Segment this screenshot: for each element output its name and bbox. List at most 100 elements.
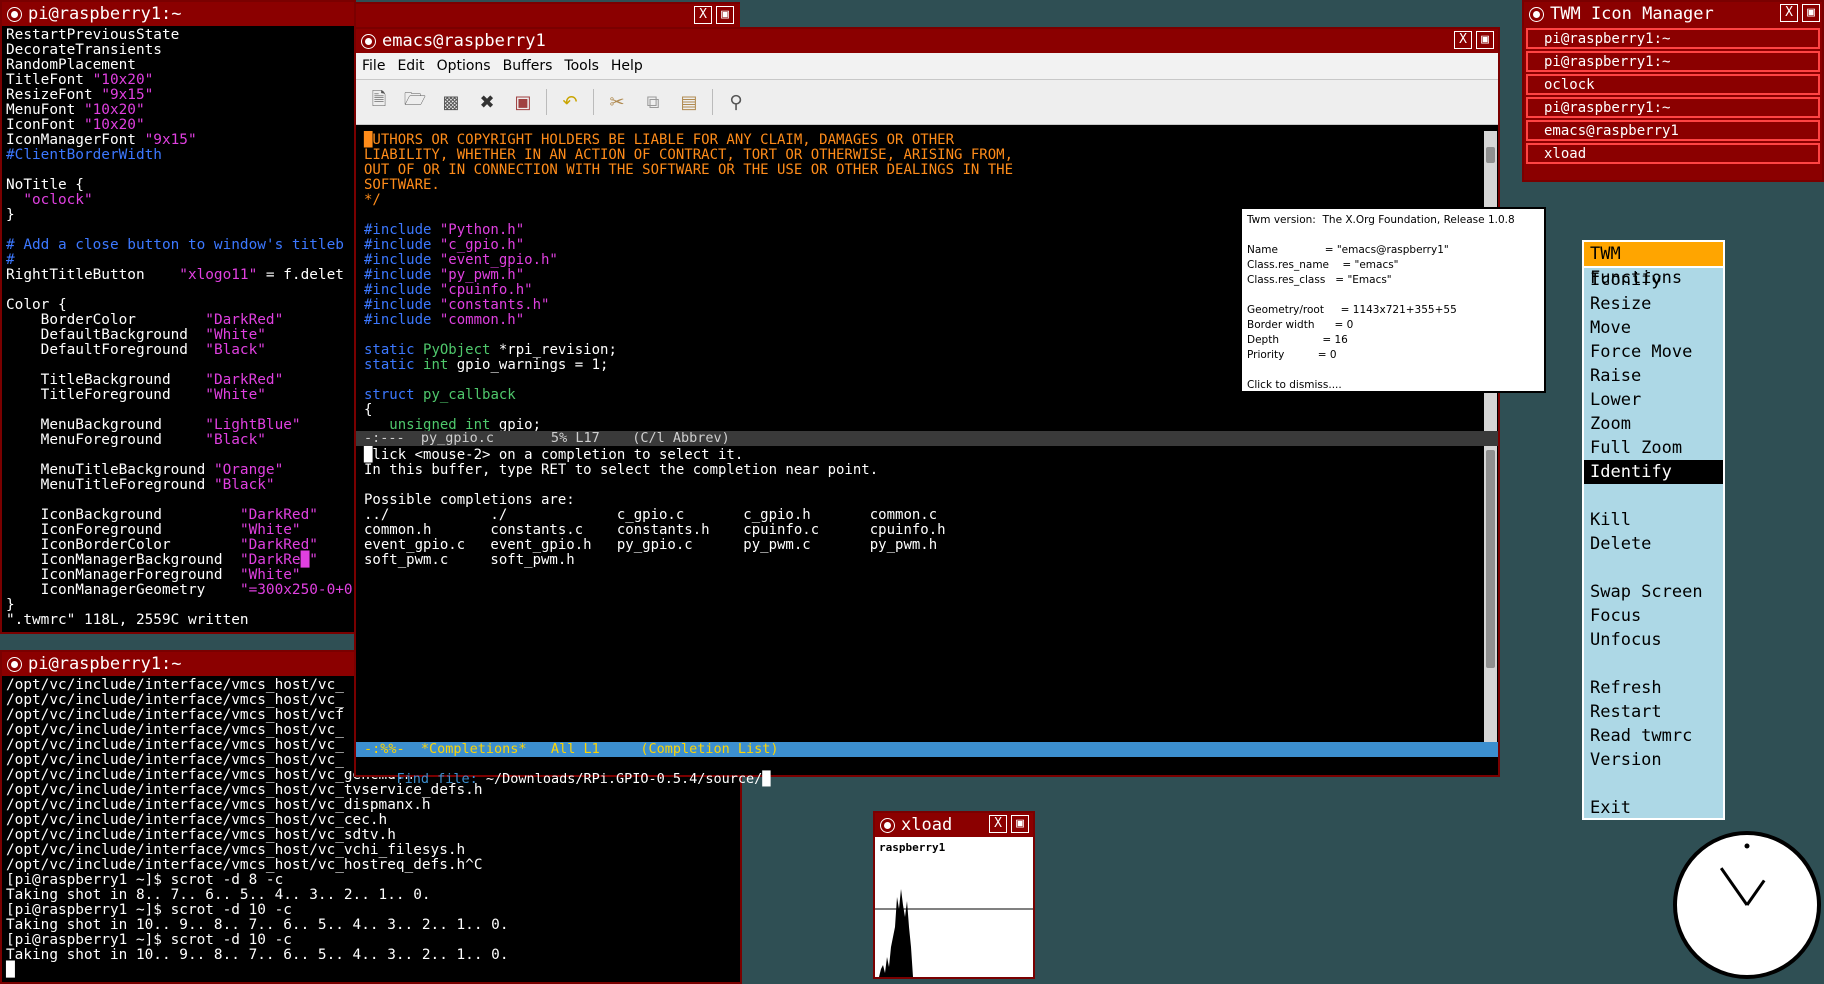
icon-manager-entry[interactable]: pi@raspberry1:~: [1526, 51, 1820, 72]
config-value: "Black": [205, 432, 266, 448]
title-bar[interactable]: emacs@raspberry1 X ▣: [356, 29, 1498, 53]
minibuffer-input[interactable]: ~/Downloads/RPi.GPIO-0.5.4/source/█: [486, 771, 770, 787]
icon-manager-entry[interactable]: emacs@raspberry1: [1526, 120, 1820, 141]
menu-item-delete[interactable]: Delete: [1584, 532, 1723, 556]
xload-window[interactable]: xload X ▣ raspberry1: [873, 811, 1035, 979]
menu-item-unfocus[interactable]: Unfocus: [1584, 628, 1723, 652]
resize-icon[interactable]: ▣: [1802, 4, 1820, 22]
window-menu-icon[interactable]: [361, 33, 376, 49]
minibuffer[interactable]: Find file: ~/Downloads/RPi.GPIO-0.5.4/so…: [356, 757, 1498, 787]
menu-file[interactable]: File: [356, 58, 391, 74]
menu-item-restart[interactable]: Restart: [1584, 700, 1723, 724]
menu-item-version[interactable]: Version: [1584, 748, 1723, 772]
icon-manager-entry[interactable]: pi@raspberry1:~: [1526, 28, 1820, 49]
config-key: Color {: [6, 297, 67, 313]
completion-row[interactable]: event_gpio.c event_gpio.h py_gpio.c py_p…: [364, 538, 1483, 553]
title-bar[interactable]: pi@raspberry1:~: [2, 2, 354, 26]
new-file-icon[interactable]: 🗎: [366, 89, 392, 115]
terminal-line: # Add a close button to window's titleb: [6, 238, 350, 253]
scrollbar-thumb[interactable]: [1486, 450, 1495, 668]
icon-manager-entry[interactable]: oclock: [1526, 74, 1820, 95]
terminal-line: Color {: [6, 298, 350, 313]
window-menu-icon[interactable]: [7, 6, 22, 22]
paste-icon[interactable]: ▤: [676, 89, 702, 115]
title-bar[interactable]: xload X ▣: [875, 813, 1033, 837]
menu-item-move[interactable]: Move: [1584, 316, 1723, 340]
string-literal: "event_gpio.h": [439, 252, 558, 268]
menu-item-raise[interactable]: Raise: [1584, 364, 1723, 388]
close-x-icon[interactable]: X: [989, 815, 1007, 833]
oclock[interactable]: [1672, 830, 1822, 980]
completions-scrollbar[interactable]: [1484, 446, 1497, 742]
terminal-line: IconManagerGeometry "=300x250-0+0: [6, 583, 353, 598]
menu-help[interactable]: Help: [605, 58, 649, 74]
terminal-line: RandomPlacement: [6, 58, 350, 73]
menu-item-swap-screen[interactable]: Swap Screen: [1584, 580, 1723, 604]
window-menu-icon[interactable]: [7, 656, 22, 672]
menu-item-resize[interactable]: Resize: [1584, 292, 1723, 316]
identify-popup[interactable]: Twm version: The X.Org Foundation, Relea…: [1240, 207, 1546, 393]
search-icon[interactable]: ⚲: [723, 89, 749, 115]
emacs-window[interactable]: emacs@raspberry1 X ▣ File Edit Options B…: [354, 27, 1500, 787]
comment-text: # Add a close button to window's titleb: [6, 237, 344, 253]
terminal-line: /opt/vc/include/interface/vmcs_host/vc_h…: [6, 857, 483, 873]
save-disk-icon[interactable]: ▩: [438, 89, 464, 115]
window-menu-icon[interactable]: [1529, 6, 1544, 22]
title-bar[interactable]: TWM Icon Manager X ▣: [1524, 2, 1822, 26]
title-bar-extension[interactable]: X ▣: [356, 2, 740, 28]
icon-manager-window[interactable]: TWM Icon Manager X ▣ pi@raspberry1:~ pi@r…: [1522, 0, 1824, 182]
code-line: */: [364, 193, 1483, 208]
menu-item-full-zoom[interactable]: Full Zoom: [1584, 436, 1723, 460]
terminal-line: Taking shot in 10.. 9.. 8.. 7.. 6.. 5.. …: [6, 947, 509, 963]
identify-line: Class.res_name = "emacs": [1247, 259, 1399, 271]
terminal-line: }: [6, 598, 350, 613]
close-x-icon[interactable]: X: [1454, 31, 1472, 49]
terminal-line: ".twmrc" 118L, 2559C written: [6, 613, 350, 628]
menu-buffers[interactable]: Buffers: [497, 58, 559, 74]
config-key: DecorateTransients: [6, 42, 162, 58]
menu-item-refresh[interactable]: Refresh: [1584, 676, 1723, 700]
completion-help-line: █lick <mouse-2> on a completion to selec…: [364, 447, 744, 463]
completion-row[interactable]: soft_pwm.c soft_pwm.h: [364, 553, 1483, 568]
scrollbar-thumb[interactable]: [1486, 147, 1495, 163]
icon-manager-entry[interactable]: pi@raspberry1:~: [1526, 97, 1820, 118]
identify-line: Geometry/root = 1143x721+355+55: [1247, 304, 1457, 316]
icon-manager-entry[interactable]: xload: [1526, 143, 1820, 164]
menu-item-lower[interactable]: Lower: [1584, 388, 1723, 412]
close-x-icon[interactable]: X: [694, 6, 712, 24]
config-value: "10x20": [92, 72, 154, 88]
undo-icon[interactable]: ↶: [557, 89, 583, 115]
menu-item-zoom[interactable]: Zoom: [1584, 412, 1723, 436]
window-menu-icon[interactable]: [880, 817, 895, 833]
resize-icon[interactable]: ▣: [716, 6, 734, 24]
open-folder-icon[interactable]: 🗁: [402, 89, 428, 115]
terminal-line: #: [6, 253, 350, 268]
resize-icon[interactable]: ▣: [1011, 815, 1029, 833]
completion-row[interactable]: common.h constants.c constants.h cpuinfo…: [364, 523, 1483, 538]
menu-item-kill[interactable]: Kill: [1584, 508, 1723, 532]
save-as-icon[interactable]: ▣: [510, 89, 536, 115]
cut-icon[interactable]: ✂: [604, 89, 630, 115]
terminal-line: █: [6, 962, 15, 978]
completions-buffer[interactable]: █lick <mouse-2> on a completion to selec…: [356, 446, 1483, 742]
config-key: RandomPlacement: [6, 57, 136, 73]
menu-item-exit[interactable]: Exit: [1584, 796, 1723, 820]
resize-icon[interactable]: ▣: [1476, 31, 1494, 49]
close-x-icon[interactable]: ✖: [474, 89, 500, 115]
copy-icon[interactable]: ⧉: [640, 89, 666, 115]
terminal-content[interactable]: RestartPreviousState DecorateTransients Ra…: [2, 26, 354, 634]
menu-edit[interactable]: Edit: [391, 58, 430, 74]
menu-options[interactable]: Options: [431, 58, 497, 74]
menu-tools[interactable]: Tools: [558, 58, 605, 74]
menu-item-iconify[interactable]: Iconify: [1584, 268, 1723, 292]
twm-functions-menu[interactable]: TWM Functions Iconify Resize Move Force Mov…: [1582, 240, 1725, 820]
terminal-line: "oclock": [6, 193, 350, 208]
menu-item-focus[interactable]: Focus: [1584, 604, 1723, 628]
close-x-icon[interactable]: X: [1780, 4, 1798, 22]
menu-item-read-twmrc[interactable]: Read twmrc: [1584, 724, 1723, 748]
menu-item-force-move[interactable]: Force Move: [1584, 340, 1723, 364]
completion-row[interactable]: ../ ./ c_gpio.c c_gpio.h common.c: [364, 508, 1483, 523]
menu-item-identify[interactable]: Identify: [1584, 460, 1723, 484]
terminal-window-twmrc[interactable]: pi@raspberry1:~ RestartPreviousState Deco…: [0, 0, 356, 634]
